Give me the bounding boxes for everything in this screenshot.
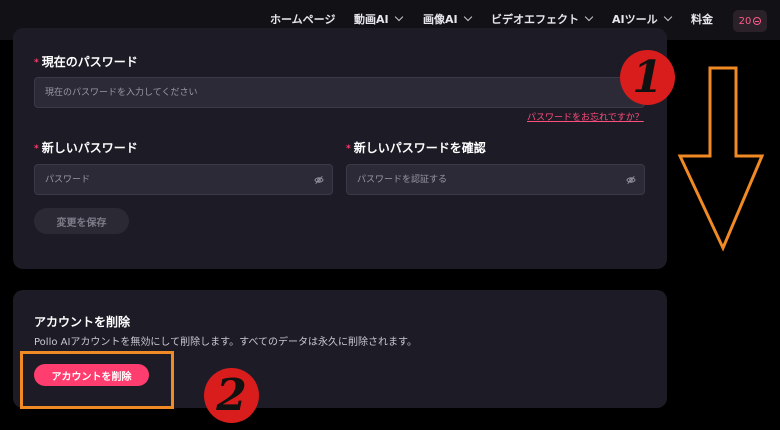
chevron-down-icon bbox=[663, 12, 672, 22]
confirm-password-input[interactable] bbox=[355, 173, 626, 186]
nav-item-image-ai[interactable]: 画像AI bbox=[423, 11, 472, 27]
chevron-down-icon bbox=[584, 12, 594, 22]
chevron-down-icon bbox=[394, 12, 403, 22]
coin-icon bbox=[753, 17, 762, 25]
nav-item-ai-tools[interactable]: AIツール bbox=[612, 11, 672, 27]
nav-item-label: AIツール bbox=[612, 13, 658, 26]
nav-item-label: 料金 bbox=[691, 13, 713, 26]
chevron-down-icon bbox=[463, 12, 472, 22]
nav-item-pricing[interactable]: 料金 bbox=[691, 11, 713, 27]
required-mark: * bbox=[346, 144, 351, 154]
eye-off-icon[interactable] bbox=[626, 175, 636, 185]
new-password-label: * 新しいパスワード bbox=[34, 141, 138, 155]
confirm-password-field[interactable] bbox=[346, 164, 645, 195]
required-mark: * bbox=[34, 58, 39, 68]
step-badge-1: 1 bbox=[620, 50, 675, 105]
nav-item-label: 動画AI bbox=[354, 13, 389, 26]
down-arrow-icon bbox=[677, 66, 765, 252]
nav-item-video-ai[interactable]: 動画AI bbox=[354, 11, 403, 27]
current-password-field[interactable] bbox=[34, 77, 645, 108]
nav-item-video-effects[interactable]: ビデオエフェクト bbox=[491, 11, 594, 27]
nav-item-label: 画像AI bbox=[423, 13, 458, 26]
delete-account-title: アカウントを削除 bbox=[34, 315, 131, 329]
new-password-field[interactable] bbox=[34, 164, 333, 195]
forgot-password-link[interactable]: パスワードをお忘れですか？ bbox=[527, 110, 644, 123]
credits-count: 20 bbox=[738, 15, 752, 27]
nav-item-label: ホームページ bbox=[270, 13, 336, 26]
credits-badge[interactable]: 20 bbox=[733, 10, 767, 32]
delete-account-description: Pollo AIアカウントを無効にして削除します。すべてのデータは永久に削除され… bbox=[34, 337, 418, 348]
new-password-input[interactable] bbox=[43, 173, 314, 186]
nav-item-home[interactable]: ホームページ bbox=[270, 11, 335, 27]
eye-off-icon[interactable] bbox=[314, 175, 324, 185]
step-badge-2: 2 bbox=[204, 368, 259, 423]
required-mark: * bbox=[34, 144, 39, 154]
nav-item-label: ビデオエフェクト bbox=[491, 13, 579, 26]
current-password-input[interactable] bbox=[43, 86, 636, 99]
current-password-label: * 現在のパスワード bbox=[34, 55, 138, 69]
save-changes-button[interactable]: 変更を保存 bbox=[34, 208, 129, 234]
confirm-password-label: * 新しいパスワードを確認 bbox=[346, 141, 486, 155]
highlight-box bbox=[20, 351, 174, 409]
